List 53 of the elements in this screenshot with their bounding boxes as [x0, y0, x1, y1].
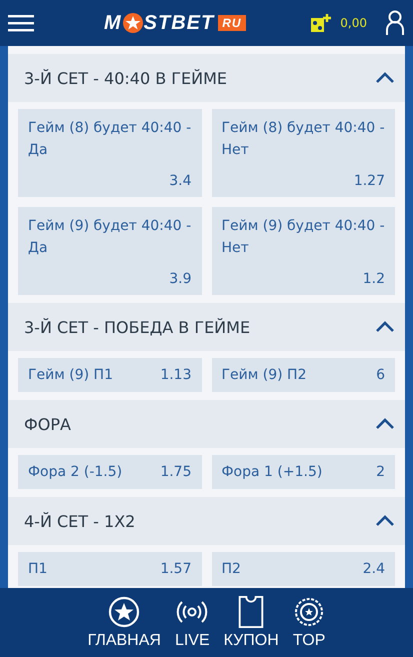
- odds-button[interactable]: П1 1.57: [18, 552, 202, 586]
- outcome-label: Гейм (9) будет 40:40 - Да: [28, 217, 192, 258]
- outcome-label: Гейм (9) П2: [222, 366, 306, 385]
- odds-button[interactable]: Гейм (9) будет 40:40 - Да 3.9: [18, 207, 202, 295]
- user-icon[interactable]: [385, 10, 405, 36]
- nav-label[interactable]: TOP: [292, 632, 326, 650]
- odds-button[interactable]: Гейм (9) П2 6: [212, 358, 395, 392]
- odds-value: 3.9: [169, 271, 192, 287]
- odds-button[interactable]: Фора 2 (-1.5) 1.75: [18, 455, 202, 489]
- ticket-icon[interactable]: [238, 596, 264, 628]
- market-header[interactable]: 3-Й СЕТ - ПОБЕДА В ГЕЙМЕ: [8, 303, 405, 351]
- odds-value: 6: [376, 367, 385, 383]
- odds-value: 1.13: [160, 367, 192, 383]
- odds-button[interactable]: Гейм (8) будет 40:40 - Да 3.4: [18, 109, 202, 197]
- nav-label[interactable]: ГЛАВНАЯ: [88, 632, 161, 650]
- market-header[interactable]: 3-Й СЕТ - 40:40 В ГЕЙМЕ: [8, 54, 405, 102]
- market-header[interactable]: ФОРА: [8, 400, 405, 448]
- chevron-icon[interactable]: [375, 515, 395, 527]
- balance: 0,00: [340, 16, 367, 30]
- odds-value: 1.57: [160, 561, 192, 577]
- odds-value: 3.4: [169, 173, 192, 189]
- outcome-label: П1: [28, 560, 48, 579]
- outcome-label: Гейм (8) будет 40:40 - Да: [28, 119, 192, 160]
- odds-button[interactable]: Фора 1 (+1.5) 2: [212, 455, 395, 489]
- outcome-label: Гейм (8) будет 40:40 - Нет: [222, 119, 385, 160]
- chevron-icon[interactable]: [375, 418, 395, 430]
- odds-value: 1.2: [362, 271, 385, 287]
- outcome-label: Фора 2 (-1.5): [28, 462, 122, 482]
- odds-value: 1.75: [160, 464, 192, 480]
- outcome-label: Гейм (9) будет 40:40 - Нет: [222, 217, 385, 258]
- chevron-icon[interactable]: [375, 72, 395, 84]
- odds-button[interactable]: Гейм (9) будет 40:40 - Нет 1.2: [212, 207, 395, 295]
- logo[interactable]: M STBET RU: [104, 12, 246, 34]
- outcome-label: П2: [222, 560, 241, 579]
- odds-value: 1.27: [354, 173, 385, 189]
- menu-icon[interactable]: [8, 14, 34, 32]
- outcome-label: Гейм (9) П1: [28, 366, 113, 385]
- market-header[interactable]: 4-Й СЕТ - 1X2: [8, 497, 405, 545]
- market-title: ФОРА: [24, 414, 71, 434]
- chevron-icon[interactable]: [375, 321, 395, 333]
- market-title: 3-Й СЕТ - ПОБЕДА В ГЕЙМЕ: [24, 318, 250, 336]
- outcome-label: Фора 1 (+1.5): [222, 462, 322, 482]
- nav-label[interactable]: КУПОН: [224, 632, 279, 650]
- odds-value: 2: [376, 464, 385, 480]
- market-title: 4-Й СЕТ - 1X2: [24, 512, 136, 530]
- market-title: 3-Й СЕТ - 40:40 В ГЕЙМЕ: [24, 68, 228, 88]
- nav-label[interactable]: LIVE: [174, 632, 210, 650]
- badge-icon[interactable]: [293, 596, 326, 628]
- odds-value: 2.4: [362, 561, 385, 577]
- odds-button[interactable]: Гейм (9) П1 1.13: [18, 358, 202, 392]
- odds-button[interactable]: Гейм (8) будет 40:40 - Нет 1.27: [212, 109, 395, 197]
- odds-button[interactable]: П2 2.4: [212, 552, 395, 586]
- wallet-icon[interactable]: [310, 13, 332, 33]
